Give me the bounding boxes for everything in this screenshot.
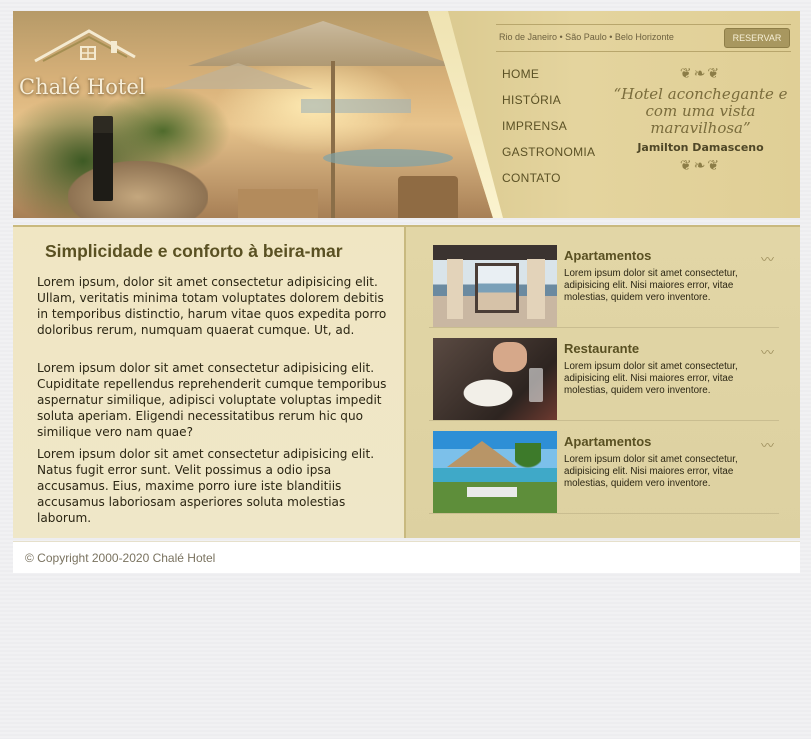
- nav-item-home[interactable]: HOME: [502, 67, 607, 93]
- features-column: Apartamentos 〰 Lorem ipsum dolor sit ame…: [407, 227, 800, 538]
- feature-description: Lorem ipsum dolor sit amet consectetur, …: [564, 361, 738, 396]
- pool-photo[interactable]: [433, 431, 557, 513]
- intro-paragraph: Lorem ipsum dolor sit amet consectetur a…: [37, 361, 387, 439]
- nav-item-historia[interactable]: HISTÓRIA: [502, 93, 607, 119]
- main-nav: HOME HISTÓRIA IMPRENSA GASTRONOMIA CONTA…: [502, 67, 607, 197]
- house-roof-icon: [34, 29, 136, 63]
- testimonial: ❦❧❦ “Hotel aconchegante e com uma vista …: [603, 66, 798, 176]
- copyright-text: © Copyright 2000-2020 Chalé Hotel: [25, 551, 216, 565]
- reserve-button[interactable]: RESERVAR: [724, 28, 790, 48]
- testimonial-author: Jamilton Damasceno: [637, 141, 764, 154]
- logo-text: Chalé Hotel: [19, 75, 146, 99]
- wave-icon: 〰: [760, 439, 774, 454]
- content: Simplicidade e conforto à beira-mar Lore…: [13, 225, 800, 538]
- intro-paragraph: Lorem ipsum, dolor sit amet consectetur …: [37, 275, 387, 337]
- feature-description: Lorem ipsum dolor sit amet consectetur, …: [564, 454, 738, 489]
- nav-item-gastronomia[interactable]: GASTRONOMIA: [502, 145, 607, 171]
- restaurant-photo[interactable]: [433, 338, 557, 420]
- header: Chalé Hotel Rio de Janeiro • São Paulo •…: [13, 11, 800, 218]
- apartment-photo[interactable]: [433, 245, 557, 327]
- page-title: Simplicidade e conforto à beira-mar: [45, 241, 343, 261]
- feature-item[interactable]: Apartamentos 〰 Lorem ipsum dolor sit ame…: [429, 425, 779, 514]
- ornament-top-icon: ❦❧❦: [679, 66, 722, 82]
- intro-paragraph: Lorem ipsum dolor sit amet consectetur a…: [37, 447, 375, 525]
- intro-column: Simplicidade e conforto à beira-mar Lore…: [13, 227, 406, 538]
- logo[interactable]: Chalé Hotel: [17, 25, 167, 100]
- nav-item-imprensa[interactable]: IMPRENSA: [502, 119, 607, 145]
- ornament-bottom-icon: ❦❧❦: [679, 158, 722, 174]
- wave-icon: 〰: [760, 253, 774, 268]
- wave-icon: 〰: [760, 346, 774, 361]
- feature-item[interactable]: Restaurante 〰 Lorem ipsum dolor sit amet…: [429, 332, 779, 421]
- feature-title[interactable]: Apartamentos: [564, 434, 651, 449]
- top-bar: Rio de Janeiro • São Paulo • Belo Horizo…: [496, 24, 791, 52]
- feature-description: Lorem ipsum dolor sit amet consectetur, …: [564, 268, 738, 303]
- feature-title[interactable]: Restaurante: [564, 341, 639, 356]
- testimonial-quote: “Hotel aconchegante e com uma vista mara…: [613, 85, 788, 137]
- nav-item-contato[interactable]: CONTATO: [502, 171, 607, 197]
- footer: © Copyright 2000-2020 Chalé Hotel: [13, 541, 800, 573]
- site-container: Chalé Hotel Rio de Janeiro • São Paulo •…: [13, 11, 800, 573]
- cities-list: Rio de Janeiro • São Paulo • Belo Horizo…: [499, 32, 674, 42]
- feature-title[interactable]: Apartamentos: [564, 248, 651, 263]
- feature-item[interactable]: Apartamentos 〰 Lorem ipsum dolor sit ame…: [429, 239, 779, 328]
